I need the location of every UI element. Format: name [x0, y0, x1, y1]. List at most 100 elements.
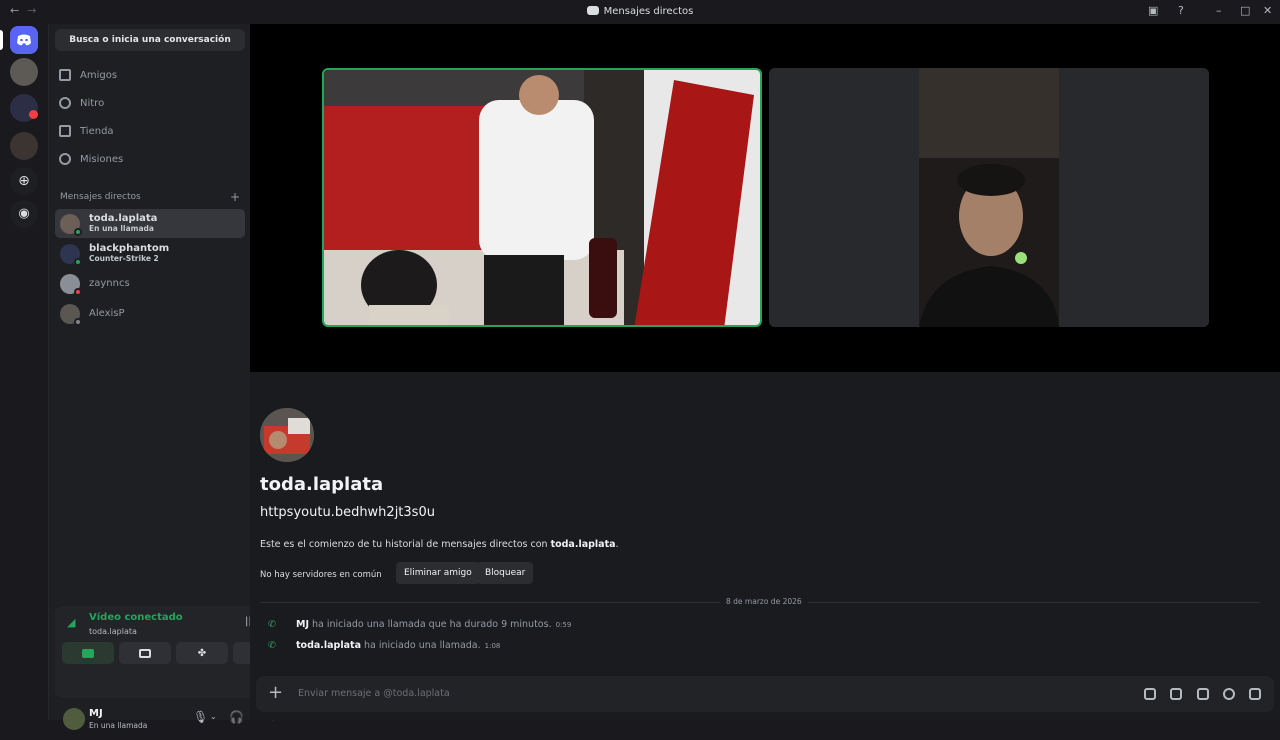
profile-link[interactable]: httpsyoutu.bedhwh2jt3s0u — [260, 505, 435, 520]
discord-icon — [586, 6, 599, 15]
system-message: ✆ MJ ha iniciado una llamada que ha durad… — [268, 619, 571, 630]
dm-name: zaynncs — [89, 278, 130, 289]
inbox-icon[interactable]: ▣ — [1148, 4, 1158, 17]
status-indicator — [74, 317, 82, 326]
message-author[interactable]: toda.laplata — [296, 640, 361, 651]
selected-pill — [0, 30, 3, 50]
activities-icon: ✤ — [197, 647, 207, 659]
dm-section-header: Mensajes directos + — [60, 190, 240, 204]
headphones-icon[interactable]: 🎧 — [229, 710, 244, 724]
nav-label: Amigos — [80, 69, 118, 81]
minimize-icon[interactable]: – — [1216, 4, 1222, 17]
server-icon[interactable] — [10, 132, 38, 160]
dm-sidebar: Busca o inicia una conversación Amigos N… — [48, 24, 293, 730]
signal-icon: ◢ — [67, 616, 76, 629]
dm-item-toda-laplata[interactable]: toda.laplata En una llamada — [55, 209, 245, 238]
user-avatar[interactable] — [63, 708, 85, 730]
video-tile[interactable] — [769, 68, 1209, 327]
profile-name: toda.laplata — [260, 474, 384, 495]
user-status: En una llamada — [89, 721, 148, 730]
nav-friends[interactable]: Amigos — [59, 62, 239, 88]
video-tile-speaking[interactable] — [322, 68, 762, 327]
voice-channel[interactable]: toda.laplata — [89, 627, 137, 636]
message-input[interactable]: Enviar mensaje a @toda.laplata — [298, 688, 450, 699]
server-rail: ⊕ ◉ — [0, 24, 48, 720]
camera-icon — [82, 648, 94, 658]
camera-button[interactable] — [62, 642, 114, 664]
nav-quests[interactable]: Misiones — [59, 146, 239, 172]
title-bar: ← → Mensajes directos ▣ ? – □ ✕ — [0, 0, 1280, 24]
window-title-text: Mensajes directos — [603, 6, 694, 17]
voice-status: Vídeo conectado — [89, 612, 183, 623]
window-title: Mensajes directos — [0, 6, 1280, 17]
activities-button[interactable]: ✤ — [176, 642, 228, 664]
mutual-servers: No hay servidores en común — [260, 570, 382, 580]
nav-label: Misiones — [80, 153, 124, 165]
dm-name: AlexisP — [89, 308, 125, 319]
apps-icon[interactable] — [1249, 688, 1261, 700]
dm-item-zaynncs[interactable]: zaynncs — [55, 269, 245, 298]
notification-badge — [29, 110, 38, 119]
avatar — [60, 243, 82, 266]
message-author[interactable]: MJ — [296, 619, 309, 630]
remove-friend-button[interactable]: Eliminar amigo — [396, 562, 480, 584]
dm-intro: Este es el comienzo de tu historial de m… — [260, 539, 619, 550]
discord-logo-icon — [17, 34, 31, 46]
friends-icon — [59, 69, 71, 81]
nitro-icon — [59, 97, 71, 109]
maximize-icon[interactable]: □ — [1240, 4, 1250, 17]
message-time: 0:59 — [555, 621, 572, 629]
gift-icon[interactable] — [1144, 688, 1156, 700]
message-time: 1:08 — [484, 642, 501, 650]
shop-icon — [59, 125, 71, 137]
screen-share-icon — [139, 648, 151, 658]
gif-icon[interactable] — [1170, 688, 1182, 700]
avatar-image — [260, 408, 314, 462]
microphone-icon[interactable]: 🎙 — [193, 710, 208, 724]
home-button[interactable] — [10, 26, 38, 54]
nav-shop[interactable]: Tienda — [59, 118, 239, 144]
create-dm-icon[interactable]: + — [230, 190, 240, 204]
dm-item-alexisp[interactable]: AlexisP — [55, 299, 245, 328]
add-server-icon[interactable]: ⊕ — [10, 167, 38, 195]
date-label: 8 de marzo de 2026 — [720, 597, 808, 606]
main-area: toda.laplata httpsyoutu.bedhwh2jt3s0u Es… — [250, 24, 1280, 720]
nav-nitro[interactable]: Nitro — [59, 90, 239, 116]
phone-icon: ✆ — [268, 619, 276, 630]
server-icon[interactable] — [10, 58, 38, 86]
quests-icon — [59, 153, 71, 165]
nav-label: Nitro — [80, 97, 105, 109]
message-composer[interactable]: + Enviar mensaje a @toda.laplata — [256, 676, 1274, 712]
phone-icon: ✆ — [268, 640, 276, 651]
screen-share-button[interactable] — [119, 642, 171, 664]
user-name: MJ — [89, 708, 103, 719]
status-indicator — [74, 257, 82, 266]
dm-item-blackphantom[interactable]: blackphantom Counter-Strike 2 — [55, 239, 245, 268]
dm-name: toda.laplata — [89, 213, 158, 224]
call-area — [250, 24, 1280, 372]
dm-header-label: Mensajes directos — [60, 192, 141, 202]
intro-text: Este es el comienzo de tu historial de m… — [260, 539, 551, 550]
close-icon[interactable]: ✕ — [1263, 4, 1272, 17]
video-feed — [324, 70, 760, 325]
emoji-icon[interactable] — [1223, 688, 1235, 700]
avatar — [60, 213, 82, 236]
status-indicator — [74, 287, 82, 296]
dm-name: blackphantom — [89, 243, 170, 254]
attach-plus-icon[interactable]: + — [268, 682, 283, 703]
search-button[interactable]: Busca o inicia una conversación — [55, 29, 245, 51]
dm-status: En una llamada — [89, 224, 154, 233]
intro-username: toda.laplata — [550, 539, 616, 550]
profile-avatar[interactable] — [260, 408, 314, 462]
message-text: ha iniciado una llamada. — [360, 640, 481, 651]
discover-icon[interactable]: ◉ — [10, 200, 38, 228]
sticker-icon[interactable] — [1197, 688, 1209, 700]
dm-status: Counter-Strike 2 — [89, 254, 159, 263]
block-button[interactable]: Bloquear — [477, 562, 534, 584]
avatar — [60, 303, 82, 326]
intro-suffix: . — [615, 539, 619, 550]
help-icon[interactable]: ? — [1178, 4, 1184, 17]
status-indicator — [74, 227, 82, 236]
video-feed — [769, 68, 1209, 327]
message-text: ha iniciado una llamada que ha durado 9 … — [309, 619, 552, 630]
